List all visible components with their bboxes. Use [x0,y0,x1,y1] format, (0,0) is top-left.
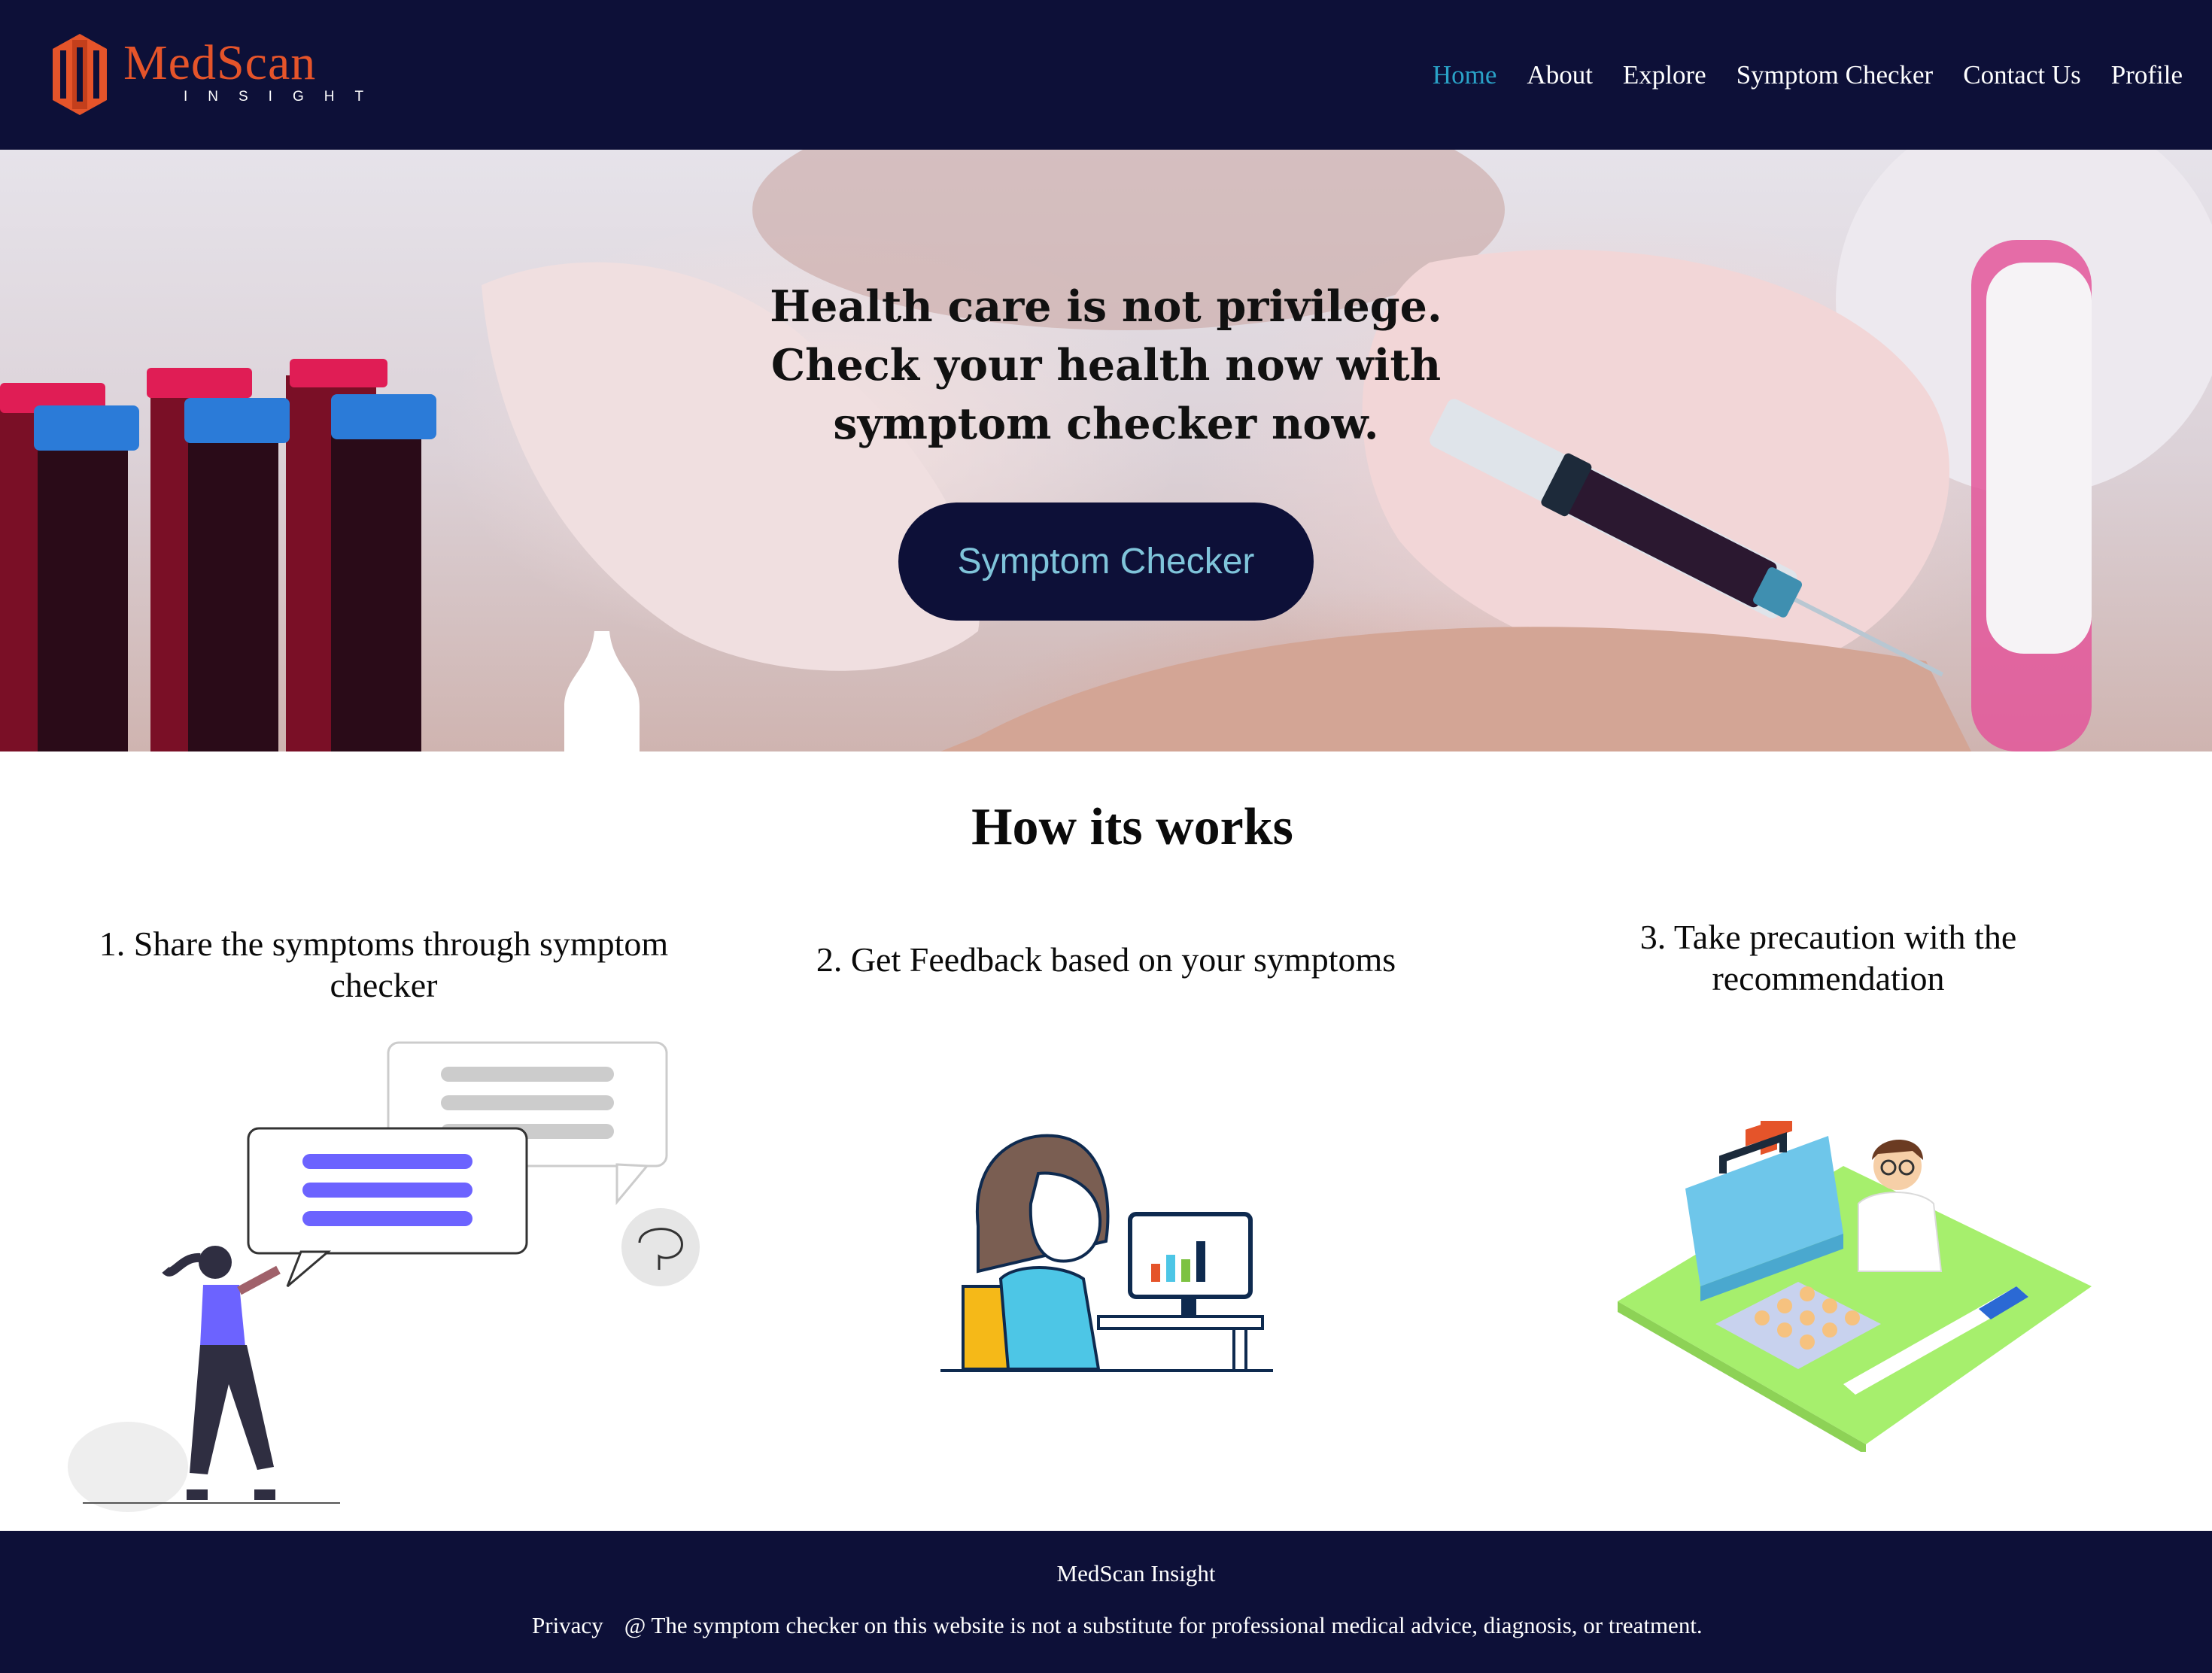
how-it-works-heading: How its works [971,798,1293,856]
nav-about-link[interactable]: About [1527,56,1593,95]
hero-headline: Health care is not privilege. Check your… [767,278,1445,454]
main-menu: Home About Explore Symptom Checker Conta… [1433,56,2183,95]
footer-privacy-link[interactable]: Privacy [532,1612,603,1638]
symptom-checker-cta-button[interactable]: Symptom Checker [898,503,1314,621]
brand-logo[interactable]: MedScan INSIGHT [50,32,363,119]
hero-line-1: Health care is not privilege. [770,281,1442,332]
footer-bottom-row: Privacy @ The symptom checker on this web… [532,1612,1703,1639]
brand-name: MedScan [123,35,317,90]
brand-subtitle: INSIGHT [184,89,384,105]
step-2-text: 2. Get Feedback based on your symptoms [775,939,1437,980]
footer-brand: MedScan Insight [1056,1560,1216,1586]
precaution-illustration [1618,1121,2092,1452]
chat-bubbles-illustration [68,1041,700,1512]
nav-profile-link[interactable]: Profile [2111,56,2183,95]
step-1-text: 1. Share the symptoms through symptom ch… [68,923,700,1006]
hero-line-2: Check your health now with [770,340,1442,390]
step-3-line-2: recommendation [1712,959,1945,997]
top-navbar: MedScan INSIGHT Home About Explore Sympt… [0,0,2212,150]
step-1-line-1: 1. Share the symptoms through symptom [99,925,669,963]
nav-home-link[interactable]: Home [1433,56,1497,95]
nav-contact-link[interactable]: Contact Us [1963,56,2081,95]
footer: MedScan Insight Privacy @ The symptom che… [0,1531,2212,1673]
step-3-text: 3. Take precaution with the recommendati… [1527,916,2129,999]
nav-explore-link[interactable]: Explore [1623,56,1706,95]
step-2-line-1: 2. Get Feedback based on your symptoms [816,940,1396,979]
nav-symptom-checker-link[interactable]: Symptom Checker [1736,56,1934,95]
hero-line-3: symptom checker now. [833,399,1379,449]
step-1-line-2: checker [330,966,438,1004]
step-3-line-1: 3. Take precaution with the [1639,918,2017,956]
feedback-illustration [940,1134,1273,1372]
footer-disclaimer: @ The symptom checker on this website is… [624,1612,1703,1638]
hero-banner: Health care is not privilege. Check your… [0,150,2212,751]
logo-mark-icon [53,34,107,115]
